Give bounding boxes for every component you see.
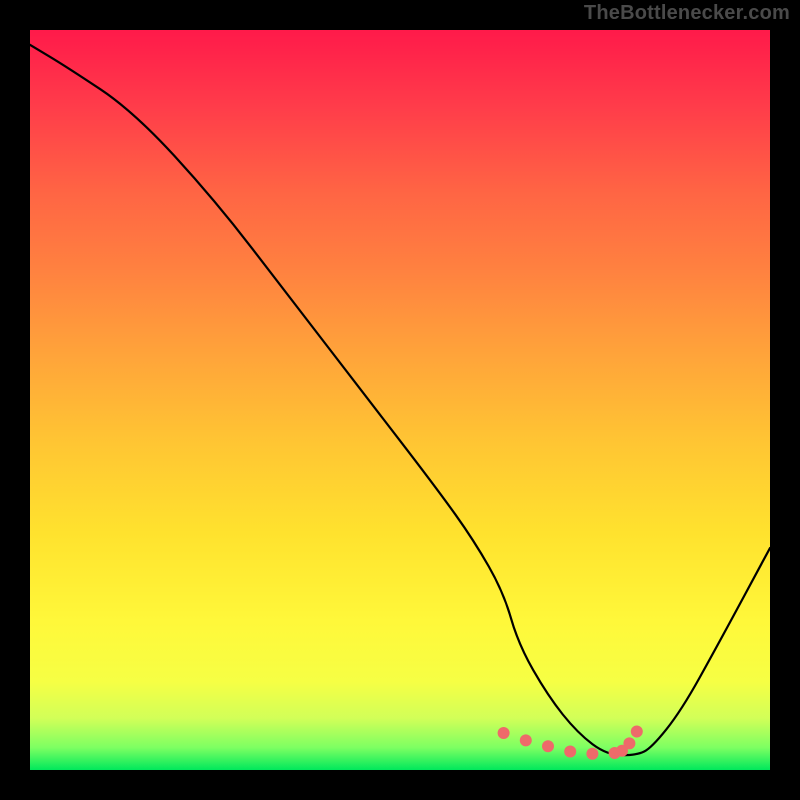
bottleneck-curve <box>30 45 770 755</box>
attribution-text: TheBottlenecker.com <box>584 2 790 25</box>
plot-frame <box>30 30 770 770</box>
optimal-window-markers <box>498 726 643 760</box>
chart-container: TheBottlenecker.com <box>0 0 800 800</box>
curve-layer <box>30 30 770 770</box>
marker-dot <box>586 748 598 760</box>
marker-dot <box>631 726 643 738</box>
marker-dot <box>564 746 576 758</box>
marker-dot <box>520 734 532 746</box>
marker-dot <box>498 727 510 739</box>
marker-dot <box>542 740 554 752</box>
marker-dot <box>623 737 635 749</box>
